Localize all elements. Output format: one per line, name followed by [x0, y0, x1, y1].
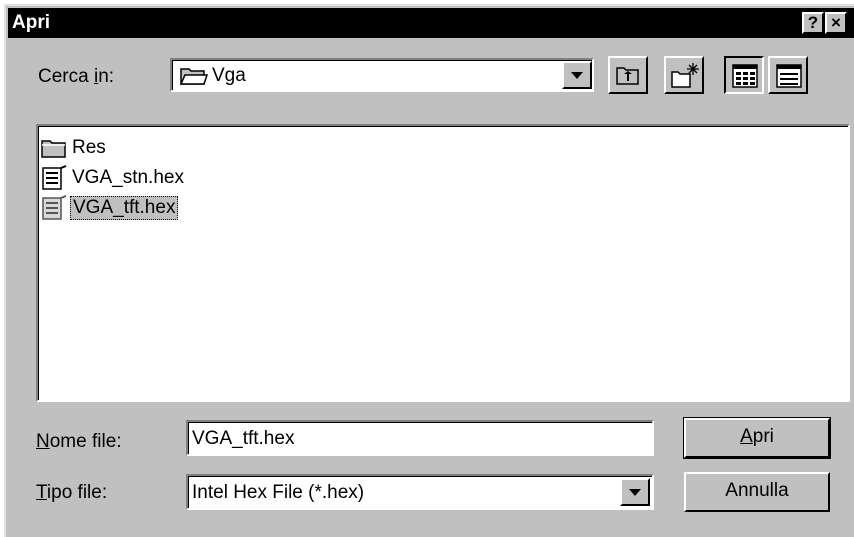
filename-value: VGA_tft.hex [192, 428, 295, 449]
list-view-button[interactable] [724, 56, 764, 94]
look-in-value: Vga [212, 65, 246, 86]
help-icon: ? [807, 13, 819, 32]
title-bar[interactable]: Apri ? × [8, 8, 854, 38]
window-title: Apri [12, 12, 50, 33]
cancel-button[interactable]: Annulla [684, 472, 830, 512]
list-item[interactable]: Res [40, 134, 108, 162]
file-name: VGA_tft.hex [70, 196, 179, 220]
up-one-level-button[interactable] [608, 56, 648, 94]
help-button[interactable]: ? [802, 12, 824, 34]
open-button[interactable]: Apri [683, 417, 831, 459]
hex-file-icon [42, 165, 67, 190]
filename-label: Nome file: [36, 431, 122, 452]
look-in-label: Cerca in: [38, 66, 115, 87]
file-name: Res [72, 137, 106, 158]
look-in-dropdown-button[interactable] [562, 61, 592, 89]
new-folder-icon [671, 63, 699, 88]
file-list[interactable]: Res VGA_stn.hex VGA_tft.hex [36, 124, 850, 402]
close-button[interactable]: × [825, 12, 847, 34]
list-view-icon [732, 64, 758, 88]
new-folder-button[interactable] [664, 56, 704, 94]
open-folder-icon [180, 68, 208, 85]
close-icon: × [831, 13, 841, 32]
file-name: VGA_stn.hex [72, 167, 184, 188]
hex-file-icon [42, 195, 67, 220]
filetype-value: Intel Hex File (*.hex) [192, 482, 365, 503]
open-dialog: Apri ? × Cerca in: Vga Res VGA_stn.hex V… [4, 4, 854, 537]
details-view-icon [776, 64, 802, 88]
filetype-label: Tipo file: [36, 482, 108, 503]
details-view-button[interactable] [768, 56, 808, 94]
folder-icon [41, 140, 66, 158]
list-item-selected[interactable]: VGA_tft.hex [40, 194, 179, 222]
filetype-combo[interactable]: Intel Hex File (*.hex) [186, 474, 654, 510]
list-item[interactable]: VGA_stn.hex [40, 164, 186, 192]
up-one-level-icon [616, 67, 639, 85]
filename-input[interactable]: VGA_tft.hex [186, 420, 654, 456]
filetype-dropdown-button[interactable] [620, 478, 650, 506]
look-in-combo[interactable]: Vga [170, 58, 594, 92]
